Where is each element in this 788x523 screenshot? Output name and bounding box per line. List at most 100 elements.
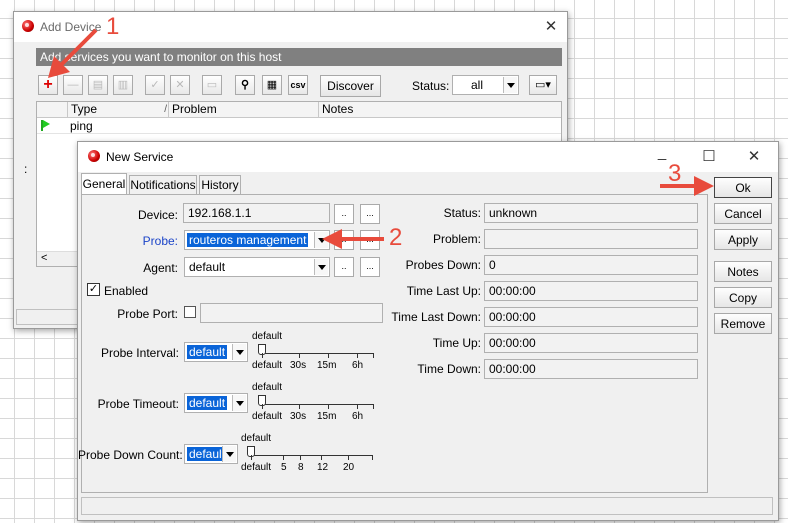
subtitle-bar: Add services you want to monitor on this…	[36, 48, 562, 66]
close-icon[interactable]: ✕	[744, 148, 764, 166]
column-header-type[interactable]: Type /	[67, 102, 171, 117]
app-icon	[22, 20, 34, 32]
tab-notifications[interactable]: Notifications	[129, 175, 197, 194]
agent-browse-small-button[interactable]: ..	[334, 257, 354, 277]
tab-notifications-label: Notifications	[130, 178, 196, 192]
tab-history-label: History	[201, 178, 239, 192]
chevron-down-icon	[232, 395, 246, 411]
ok-button[interactable]: Ok	[714, 177, 772, 198]
probe-timeout-marker: default	[252, 382, 283, 393]
time-up-value: 00:00:00	[484, 333, 698, 353]
find-icon[interactable]: ⚲	[235, 75, 255, 95]
chevron-down-icon	[314, 259, 328, 275]
probe-timeout-value: default	[187, 396, 228, 410]
probe-port-field[interactable]	[200, 303, 383, 323]
probe-select[interactable]: routeros management	[184, 230, 330, 250]
csv-export-button[interactable]: csv	[288, 75, 308, 95]
probe-down-count-tick-1: 5	[281, 462, 287, 473]
status-filter-label: Status:	[412, 79, 450, 93]
probe-down-count-select[interactable]: default	[184, 444, 238, 464]
agent-value: default	[189, 260, 226, 274]
column-notes-label: Notes	[322, 102, 354, 116]
probe-interval-value: default	[187, 345, 228, 359]
paste-icon[interactable]: ▥	[113, 75, 133, 95]
probe-port-checkbox[interactable]	[184, 306, 196, 318]
chevron-down-icon	[222, 446, 236, 462]
enabled-label: Enabled	[104, 284, 149, 298]
tab-general-label: General	[82, 177, 126, 191]
discover-button[interactable]: Discover	[320, 75, 381, 97]
agent-select[interactable]: default	[184, 257, 330, 277]
device-browse-button[interactable]: ...	[360, 204, 380, 224]
probe-timeout-label: Probe Timeout:	[97, 397, 179, 411]
new-service-title: New Service	[106, 150, 174, 164]
time-up-label: Time Up:	[432, 336, 481, 350]
remove-button[interactable]: Remove	[714, 313, 772, 334]
probes-down-value: 0	[484, 255, 698, 275]
table-row[interactable]: ping	[37, 118, 561, 134]
column-header-problem[interactable]: Problem	[168, 102, 321, 117]
probe-down-count-tick-4: 20	[343, 462, 355, 473]
print-icon[interactable]: ▦	[262, 75, 282, 95]
step-3-arrow	[660, 176, 714, 196]
tab-general[interactable]: General	[81, 173, 127, 194]
probe-interval-marker: default	[252, 331, 283, 342]
disable-icon[interactable]: ✕	[170, 75, 190, 95]
columns-menu-icon[interactable]: ▭▾	[529, 75, 557, 95]
table-header: Type / Problem Notes	[37, 102, 561, 118]
copy-button[interactable]: Copy	[714, 287, 772, 308]
step-1-arrow	[48, 28, 98, 78]
status-filter-select[interactable]: all	[452, 75, 519, 95]
step-2-label: 2	[389, 224, 403, 251]
comment-icon[interactable]: ▭	[202, 75, 222, 95]
notes-button[interactable]: Notes	[714, 261, 772, 282]
column-type-label: Type	[71, 102, 98, 116]
probe-down-count-label: Probe Down Count:	[78, 448, 183, 462]
probe-value: routeros management	[187, 233, 309, 247]
status-label: Status:	[443, 206, 481, 220]
status-value: unknown	[484, 203, 698, 223]
time-down-value: 00:00:00	[484, 359, 698, 379]
chevron-down-icon	[503, 77, 517, 93]
probe-down-count-marker: default	[241, 433, 272, 444]
new-service-statusbar	[81, 497, 773, 515]
app-icon	[88, 150, 100, 162]
close-icon[interactable]: ✕	[541, 18, 561, 36]
device-browse-small-button[interactable]: ..	[334, 204, 354, 224]
column-problem-label: Problem	[172, 102, 217, 116]
side-marker: :	[24, 162, 28, 176]
agent-browse-button[interactable]: ...	[360, 257, 380, 277]
step-1-label: 1	[106, 13, 120, 40]
device-field[interactable]: 192.168.1.1	[183, 203, 330, 223]
enable-icon[interactable]: ✓	[145, 75, 165, 95]
new-service-window: New Service _ ☐ ✕ General Notifications …	[77, 141, 779, 521]
probe-interval-tick-2: 15m	[317, 360, 337, 371]
time-last-up-value: 00:00:00	[484, 281, 698, 301]
probe-interval-tick-3: 6h	[352, 360, 364, 371]
apply-button[interactable]: Apply	[714, 229, 772, 250]
time-down-label: Time Down:	[417, 362, 481, 376]
probes-down-label: Probes Down:	[405, 258, 481, 272]
chevron-down-icon	[232, 344, 246, 360]
probe-timeout-select[interactable]: default	[184, 393, 248, 413]
probe-interval-select[interactable]: default	[184, 342, 248, 362]
time-last-up-label: Time Last Up:	[406, 284, 481, 298]
sort-icon: /	[164, 104, 167, 115]
probe-timeout-tick-2: 15m	[317, 411, 337, 422]
probe-interval-label: Probe Interval:	[100, 346, 179, 360]
maximize-icon[interactable]: ☐	[699, 148, 719, 166]
time-last-down-label: Time Last Down:	[391, 310, 481, 324]
enabled-checkbox[interactable]: ✓	[87, 283, 100, 296]
probe-down-count-tick-3: 12	[317, 462, 329, 473]
step-2-arrow	[322, 229, 384, 249]
column-header-notes[interactable]: Notes	[318, 102, 562, 117]
probe-down-count-tick-0: default	[241, 462, 272, 473]
cancel-button[interactable]: Cancel	[714, 203, 772, 224]
probe-timeout-tick-3: 6h	[352, 411, 364, 422]
scroll-left-icon[interactable]: <	[41, 252, 47, 264]
probe-label: Probe:	[142, 234, 178, 248]
tab-history[interactable]: History	[199, 175, 241, 194]
probe-timeout-tick-1: 30s	[290, 411, 307, 422]
device-label: Device:	[137, 208, 178, 222]
probe-interval-tick-1: 30s	[290, 360, 307, 371]
